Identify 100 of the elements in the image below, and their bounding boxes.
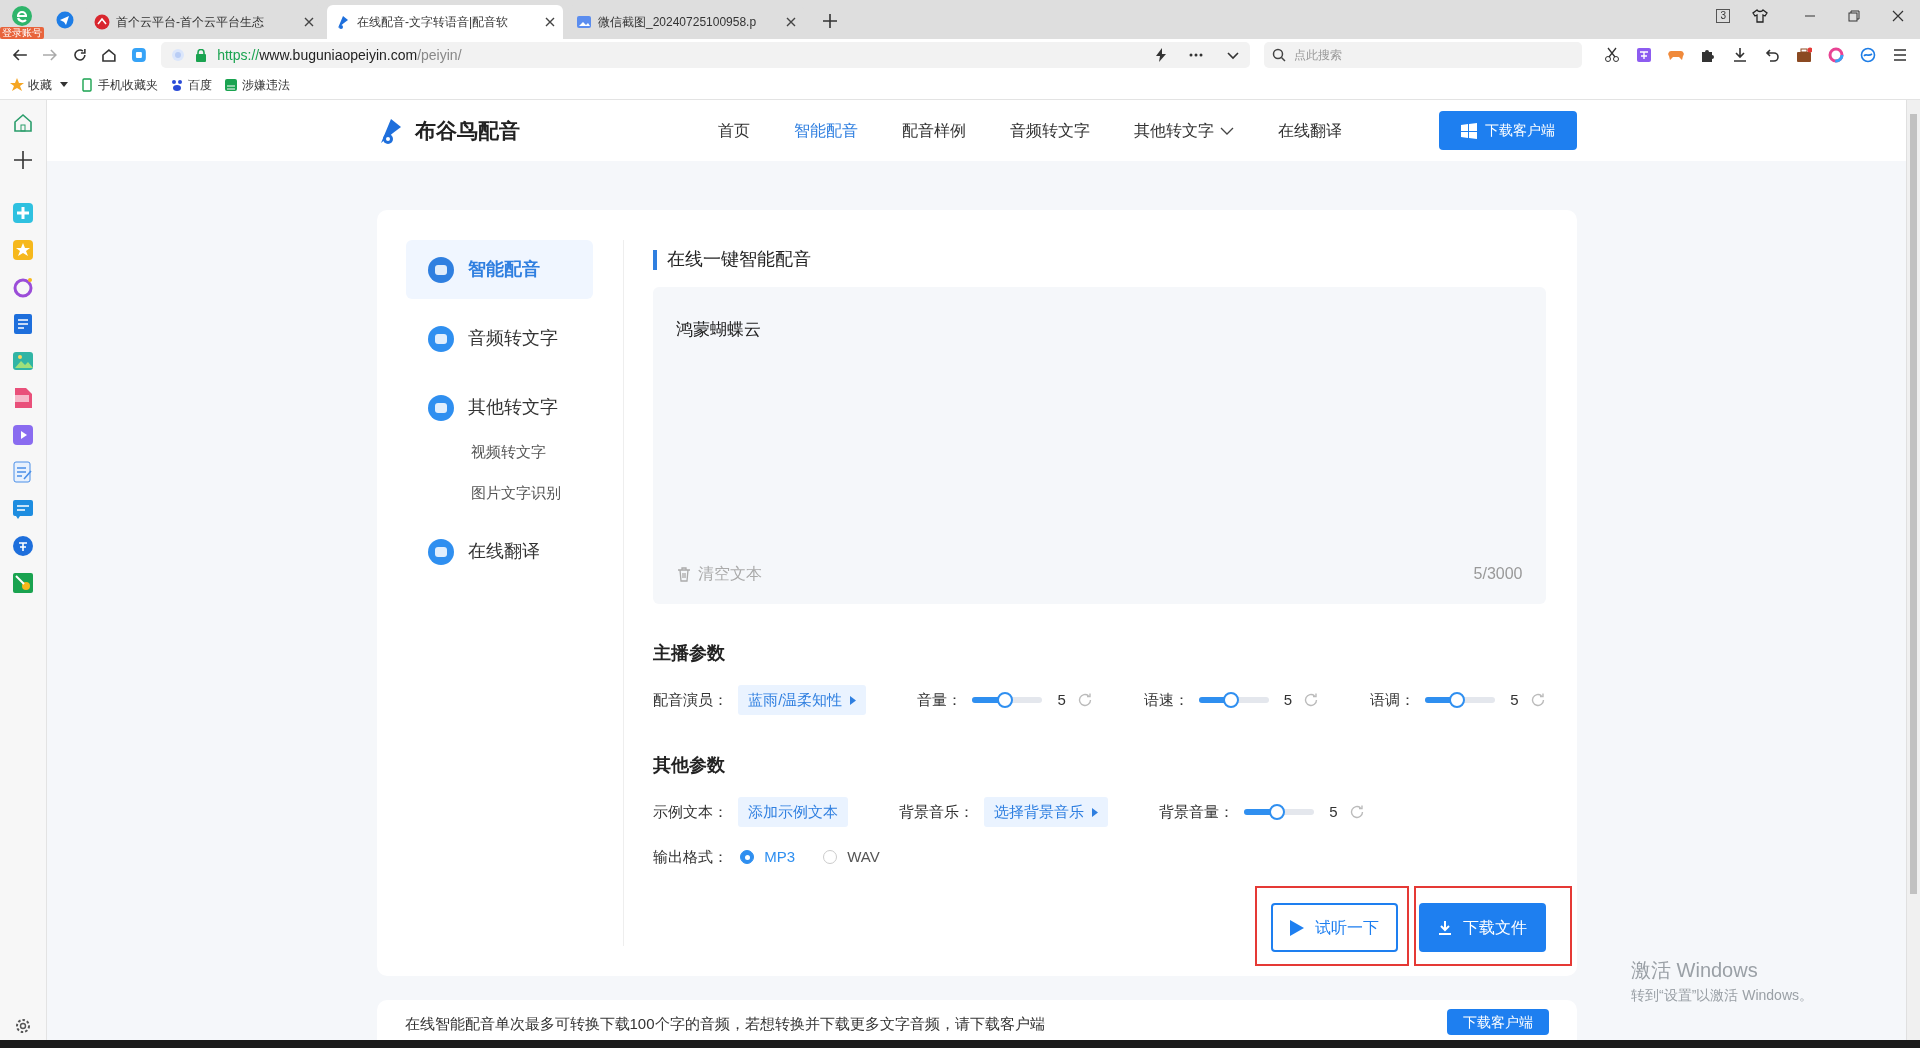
- browser-tab[interactable]: 在线配音-文字转语音|配音软: [327, 5, 563, 39]
- slider[interactable]: [1425, 692, 1496, 708]
- bookmark-item[interactable]: 收藏: [10, 76, 52, 94]
- slider-thumb[interactable]: [1268, 804, 1285, 820]
- search-field[interactable]: 点此搜索: [1263, 42, 1582, 68]
- select-button[interactable]: 蓝雨/温柔知性: [738, 685, 867, 715]
- param-label: 输出格式：: [653, 846, 729, 867]
- side-menu-item[interactable]: 在线翻译: [405, 522, 594, 581]
- play-icon: [1289, 918, 1305, 937]
- tab-count-badge[interactable]: 3: [1716, 9, 1730, 23]
- input-text: 鸿蒙蝴蝶云: [676, 319, 763, 341]
- translate-icon[interactable]: [1635, 47, 1652, 63]
- nav-link[interactable]: 音频转文字: [1009, 118, 1090, 143]
- side-submenu-link[interactable]: 图片文字识别: [470, 481, 594, 504]
- slider-thumb[interactable]: [1449, 692, 1466, 708]
- sheet-icon: [224, 78, 238, 92]
- param-label: 配音演员：: [653, 689, 729, 710]
- settings-icon[interactable]: [15, 1018, 31, 1034]
- url-text: https://www.buguniaopeiyin.com/peiyin/: [217, 45, 463, 65]
- cross-app-icon[interactable]: [12, 202, 34, 224]
- site-logo-text: 布谷鸟配音: [414, 117, 520, 144]
- address-field[interactable]: https://www.buguniaopeiyin.com/peiyin/: [161, 42, 1250, 68]
- lightning-icon[interactable]: [1153, 48, 1168, 62]
- download-icon[interactable]: [1731, 47, 1748, 63]
- nav-link[interactable]: 首页: [717, 118, 750, 143]
- side-submenu-link[interactable]: 视频转文字: [470, 441, 594, 464]
- character-count: 5/3000: [1473, 564, 1523, 584]
- nav-link[interactable]: 配音样例: [901, 118, 966, 143]
- nav-link[interactable]: 其他转文字: [1133, 118, 1234, 143]
- paper-plane-icon[interactable]: [56, 10, 74, 29]
- param-label: 音量：: [917, 689, 963, 710]
- reset-icon[interactable]: [1076, 692, 1093, 708]
- text-bubble-icon: [425, 323, 456, 354]
- side-menu-item[interactable]: 智能配音: [405, 240, 594, 299]
- caret-right-icon: [850, 695, 857, 705]
- close-icon[interactable]: [304, 17, 314, 27]
- download-client-button[interactable]: 下载客户端: [1446, 1009, 1549, 1035]
- bookmark-item[interactable]: 百度: [170, 76, 212, 94]
- puzzle-icon[interactable]: [1699, 47, 1716, 63]
- download-file-button[interactable]: 下载文件: [1418, 903, 1546, 952]
- slider-value: 5: [1510, 689, 1519, 710]
- shirt-icon[interactable]: [1752, 8, 1768, 24]
- side-menu-item[interactable]: 音频转文字: [405, 309, 594, 368]
- slider[interactable]: [972, 692, 1043, 708]
- caret-down-icon[interactable]: [60, 82, 68, 88]
- plus-icon[interactable]: [823, 14, 837, 28]
- radio-option[interactable]: WAV: [823, 845, 880, 869]
- forward-icon[interactable]: [41, 47, 58, 63]
- close-icon[interactable]: [545, 17, 555, 27]
- bubble-app-icon[interactable]: [12, 535, 34, 557]
- ai-assistant-icon[interactable]: [131, 47, 148, 63]
- plus-icon[interactable]: [12, 149, 34, 171]
- nav-link[interactable]: 智能配音: [793, 118, 858, 143]
- menu-icon[interactable]: [1891, 47, 1908, 63]
- bookmark-item[interactable]: 涉嫌违法: [224, 76, 290, 94]
- param-label: 语调：: [1370, 689, 1416, 710]
- scissors-icon[interactable]: [1603, 47, 1620, 63]
- reset-icon[interactable]: [1529, 692, 1546, 708]
- param-label: 示例文本：: [653, 801, 729, 822]
- home-icon[interactable]: [101, 47, 118, 63]
- text-bubble-icon: [425, 392, 456, 423]
- side-menu-item[interactable]: 其他转文字: [405, 378, 594, 437]
- image-app-icon[interactable]: [12, 350, 34, 372]
- section-heading: 主播参数: [653, 642, 727, 665]
- reload-icon[interactable]: [71, 47, 88, 63]
- star-app-icon[interactable]: [12, 239, 34, 261]
- ring-icon[interactable]: [1827, 47, 1844, 63]
- action-button[interactable]: 添加示例文本: [738, 797, 849, 827]
- select-button[interactable]: 选择背景音乐: [984, 797, 1109, 827]
- browser-logo-icon[interactable]: [10, 4, 34, 28]
- ring-app-icon[interactable]: [12, 276, 34, 298]
- image-icon: [576, 14, 592, 30]
- download-client-button[interactable]: 下载客户端: [1438, 111, 1577, 150]
- pdf-app-icon[interactable]: [12, 387, 34, 409]
- bookmark-item[interactable]: 手机收藏夹: [80, 76, 158, 94]
- close-icon[interactable]: [1892, 10, 1904, 22]
- scrollbar-thumb[interactable]: [1910, 114, 1917, 894]
- reset-icon[interactable]: [1348, 804, 1365, 820]
- slider-value: 5: [1283, 689, 1293, 710]
- slider-thumb[interactable]: [996, 692, 1013, 708]
- video-app-icon[interactable]: [12, 424, 34, 446]
- text-input-area[interactable]: 鸿蒙蝴蝶云 清空文本 5/3000: [653, 287, 1546, 604]
- slider-thumb[interactable]: [1223, 692, 1240, 708]
- close-icon[interactable]: [786, 17, 796, 27]
- restore-icon[interactable]: [1848, 10, 1860, 22]
- note-app-icon[interactable]: [12, 461, 34, 483]
- reset-icon[interactable]: [1303, 692, 1320, 708]
- scan-app-icon[interactable]: [12, 572, 34, 594]
- slider[interactable]: [1198, 692, 1269, 708]
- slider[interactable]: [1244, 804, 1315, 820]
- doc-app-icon[interactable]: [12, 498, 34, 520]
- undo-icon[interactable]: [1763, 47, 1780, 63]
- swirl-icon[interactable]: [1859, 47, 1876, 63]
- nav-link[interactable]: 在线翻译: [1277, 118, 1342, 143]
- preview-button[interactable]: 试听一下: [1270, 903, 1398, 952]
- briefcase-icon[interactable]: [1795, 47, 1812, 63]
- back-icon[interactable]: [12, 47, 28, 63]
- tab-title: 首个云平台-首个云平台生态: [116, 14, 265, 31]
- section-title: 在线一键智能配音: [667, 248, 812, 271]
- document-app-icon[interactable]: [12, 313, 34, 335]
